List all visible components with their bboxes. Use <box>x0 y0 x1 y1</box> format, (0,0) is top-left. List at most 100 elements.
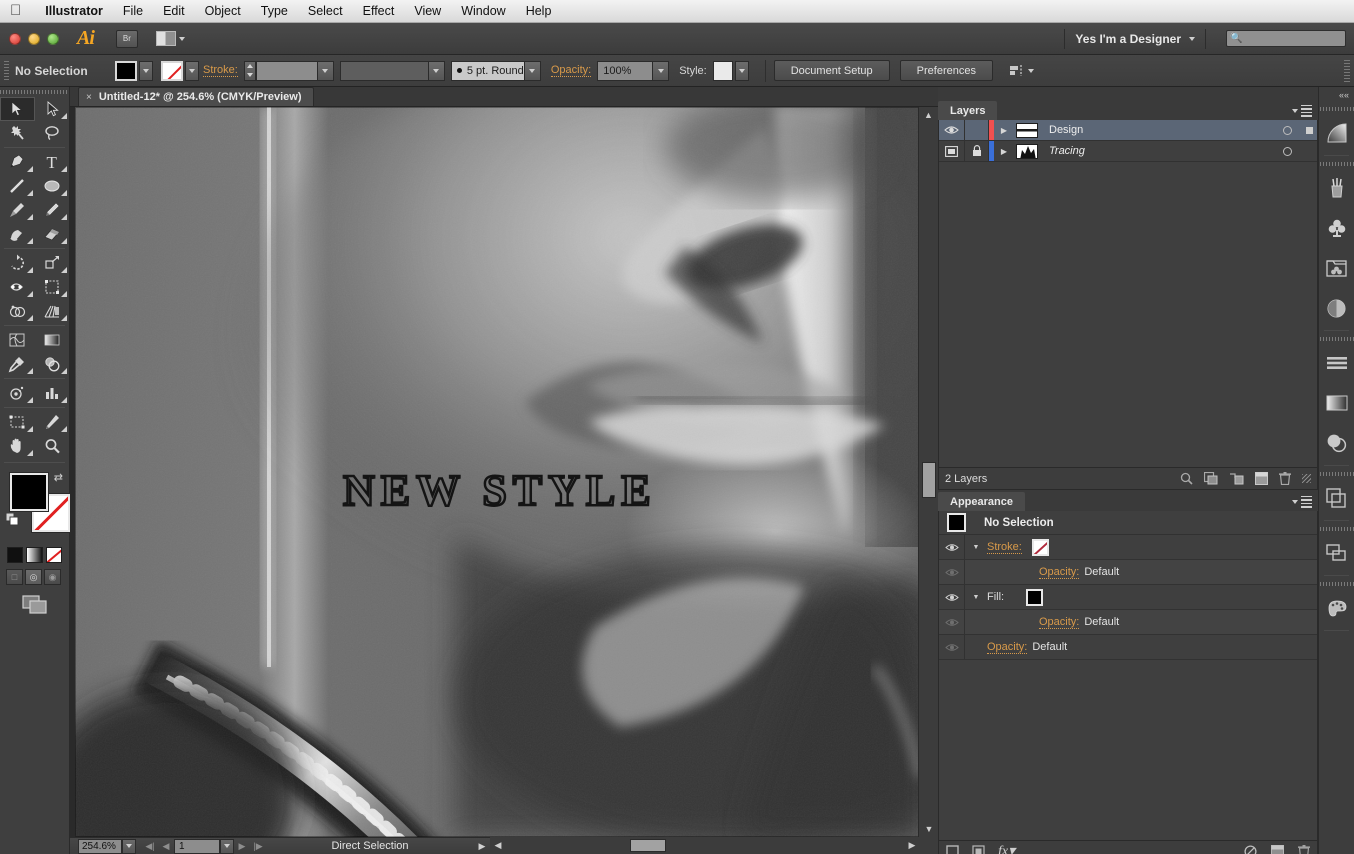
graphic-style-dropdown[interactable] <box>734 60 749 81</box>
layer-disclosure-triangle[interactable]: ▶ <box>994 120 1014 140</box>
tab-appearance[interactable]: Appearance <box>938 492 1025 511</box>
opacity-label[interactable]: Opacity: <box>987 641 1028 654</box>
swap-fill-stroke-icon[interactable]: ⇄ <box>54 471 63 484</box>
swatches-panel-icon[interactable] <box>1319 588 1354 628</box>
list-item[interactable]: Opacity: Default <box>939 560 1317 585</box>
fill-color-box[interactable] <box>10 473 48 511</box>
expand-panels-icon[interactable]: «« <box>1339 90 1349 100</box>
list-item[interactable]: ▼ Stroke: <box>939 535 1317 560</box>
zoom-dropdown-button[interactable] <box>122 838 136 854</box>
list-item[interactable]: Opacity: Default <box>939 610 1317 635</box>
line-segment-tool[interactable] <box>0 174 35 198</box>
opacity-label[interactable]: Opacity: <box>1039 616 1080 629</box>
chevron-down-icon[interactable] <box>427 61 444 80</box>
dock-group-grip[interactable] <box>1319 579 1354 588</box>
chevron-down-icon[interactable] <box>652 61 669 80</box>
paintbrush-tool[interactable] <box>0 198 35 222</box>
delete-item-icon[interactable] <box>1298 845 1310 854</box>
minimize-window-button[interactable] <box>28 32 40 45</box>
transparency-panel-icon[interactable] <box>1319 423 1354 463</box>
document-tab[interactable]: × Untitled-12* @ 254.6% (CMYK/Preview) <box>78 87 314 106</box>
eyedropper-tool[interactable] <box>0 352 35 376</box>
brush-definition-field[interactable]: 5 pt. Round <box>450 60 541 81</box>
ellipse-tool[interactable] <box>35 174 70 198</box>
align-to-selection-button[interactable] <box>1009 64 1034 77</box>
appearance-visibility-toggle[interactable] <box>939 560 965 584</box>
menu-type[interactable]: Type <box>251 0 298 23</box>
add-new-stroke-icon[interactable] <box>946 845 959 854</box>
appearance-visibility-toggle[interactable] <box>939 585 965 609</box>
artboard-dropdown-button[interactable] <box>220 838 234 854</box>
make-clipping-mask-icon[interactable] <box>1204 472 1218 485</box>
none-mode-button[interactable] <box>45 547 62 563</box>
brushes-panel-icon[interactable] <box>1319 168 1354 208</box>
stroke-profile-field[interactable] <box>339 60 445 81</box>
layer-visibility-toggle[interactable] <box>939 120 965 140</box>
opacity-label[interactable]: Opacity: <box>1039 566 1080 579</box>
dock-group-grip[interactable] <box>1319 469 1354 478</box>
opacity-label[interactable]: Opacity: <box>550 64 592 77</box>
draw-behind-button[interactable]: ◎ <box>25 569 42 585</box>
fill-label[interactable]: Fill: <box>987 591 1004 603</box>
symbol-libraries-icon[interactable] <box>1319 248 1354 288</box>
previous-artboard-button[interactable]: ◀ <box>158 839 174 854</box>
disclosure-triangle-icon[interactable]: ▼ <box>965 544 987 551</box>
preferences-button[interactable]: Preferences <box>899 60 993 81</box>
layer-template-toggle[interactable] <box>939 141 965 161</box>
symbols-panel-icon[interactable] <box>1319 208 1354 248</box>
pencil-tool[interactable] <box>35 198 70 222</box>
direct-selection-tool[interactable] <box>35 97 70 121</box>
scroll-right-button[interactable]: ▶ <box>904 837 920 854</box>
delete-selection-icon[interactable] <box>1279 472 1291 485</box>
layer-lock-toggle[interactable] <box>965 141 989 161</box>
fill-swatch[interactable] <box>1026 588 1044 606</box>
dock-group-grip[interactable] <box>1319 159 1354 168</box>
menu-file[interactable]: File <box>113 0 153 23</box>
create-new-sublayer-icon[interactable] <box>1229 472 1244 485</box>
align-panel-icon[interactable] <box>1319 343 1354 383</box>
lasso-tool[interactable] <box>35 121 70 145</box>
symbol-sprayer-tool[interactable] <box>0 381 35 405</box>
create-new-layer-icon[interactable] <box>1255 472 1268 485</box>
menu-illustrator[interactable]: Illustrator <box>35 0 113 23</box>
perspective-grid-tool[interactable] <box>35 299 70 323</box>
appearance-panel-menu-icon[interactable] <box>1292 495 1312 511</box>
tab-layers[interactable]: Layers <box>938 101 998 120</box>
canvas-horizontal-scrollbar[interactable]: ◀ ▶ <box>490 837 938 854</box>
disclosure-triangle-icon[interactable]: ▼ <box>965 594 987 601</box>
opacity-field[interactable]: 100% <box>597 60 670 81</box>
table-row[interactable]: ▶ Design <box>939 120 1317 141</box>
pathfinder-panel-icon[interactable] <box>1319 478 1354 518</box>
document-setup-button[interactable]: Document Setup <box>773 60 890 81</box>
gradient-tool[interactable] <box>35 328 70 352</box>
layers-panel-menu-icon[interactable] <box>1292 104 1312 120</box>
selection-tool[interactable] <box>0 97 35 121</box>
add-new-effect-icon[interactable]: fx▾ <box>998 843 1015 854</box>
artboard-tool[interactable] <box>0 410 35 434</box>
close-window-button[interactable] <box>9 32 21 45</box>
shape-builder-tool[interactable] <box>0 299 35 323</box>
type-tool[interactable]: T <box>35 150 70 174</box>
layer-selection-indicator[interactable] <box>1301 141 1317 161</box>
bridge-button[interactable]: Br <box>115 29 138 48</box>
dock-group-grip[interactable] <box>1319 524 1354 533</box>
stroke-label[interactable]: Stroke: <box>203 64 238 77</box>
tools-panel-grip[interactable] <box>0 87 69 97</box>
gradient-mode-button[interactable] <box>26 547 43 563</box>
zoom-level-field[interactable]: 254.6% <box>78 838 122 854</box>
menu-help[interactable]: Help <box>516 0 562 23</box>
zoom-tool[interactable] <box>35 434 70 458</box>
column-graph-tool[interactable] <box>35 381 70 405</box>
menu-effect[interactable]: Effect <box>353 0 405 23</box>
draw-normal-button[interactable]: □ <box>6 569 23 585</box>
artboard-number-field[interactable]: 1 <box>174 838 220 854</box>
chevron-down-icon[interactable] <box>1189 36 1195 41</box>
layer-target-indicator[interactable] <box>1273 141 1301 161</box>
workspace-switcher[interactable]: Yes I'm a Designer <box>1075 32 1181 46</box>
zoom-window-button[interactable] <box>47 32 59 45</box>
status-menu-button[interactable]: ▶ <box>474 839 490 854</box>
scale-tool[interactable] <box>35 251 70 275</box>
chevron-down-icon[interactable] <box>523 61 540 80</box>
chevron-down-icon[interactable] <box>316 61 333 80</box>
layer-selection-indicator[interactable] <box>1301 120 1317 140</box>
